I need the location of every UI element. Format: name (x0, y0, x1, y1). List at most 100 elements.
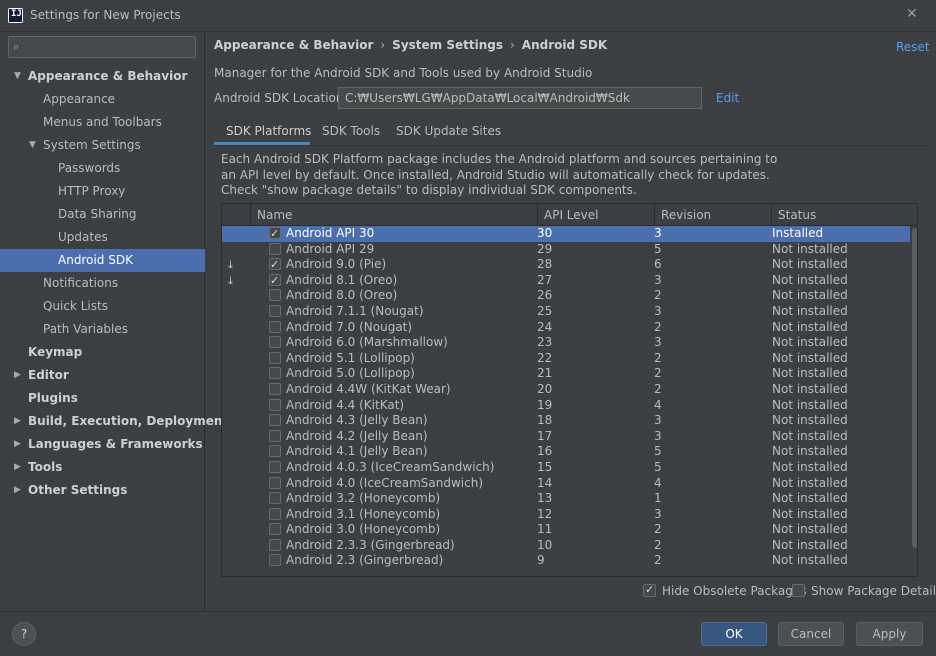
package-checkbox[interactable] (269, 320, 281, 333)
collapsed-arrow-icon[interactable]: ▶ (14, 364, 21, 387)
package-checkbox[interactable] (269, 382, 281, 395)
sidebar-item-quick-lists[interactable]: Quick Lists (0, 295, 205, 318)
package-checkbox[interactable] (269, 507, 281, 520)
column-header-revision[interactable]: Revision (654, 204, 771, 226)
sidebar-item-keymap[interactable]: Keymap (0, 341, 205, 364)
tab-sdk-tools[interactable]: SDK Tools (322, 124, 380, 138)
table-row[interactable]: Android 7.1.1 (Nougat) 25 3 Not installed (222, 304, 910, 320)
sidebar-item-notifications[interactable]: Notifications (0, 272, 205, 295)
sidebar-item-appearance-behavior[interactable]: ▼ Appearance & Behavior (0, 65, 205, 88)
collapsed-arrow-icon[interactable]: ▶ (14, 479, 21, 502)
package-checkbox[interactable] (269, 336, 281, 349)
sidebar-item-appearance[interactable]: Appearance (0, 88, 205, 111)
collapsed-arrow-icon[interactable]: ▶ (14, 433, 21, 456)
expanded-arrow-icon[interactable]: ▼ (29, 134, 36, 157)
collapsed-arrow-icon[interactable]: ▶ (14, 410, 21, 433)
package-checkbox[interactable] (269, 414, 281, 427)
package-checkbox[interactable] (269, 273, 281, 288)
sidebar-item-other-settings[interactable]: ▶ Other Settings (0, 479, 205, 502)
table-row[interactable]: ⤓ Android 8.1 (Oreo) 27 3 Not installed (222, 273, 910, 289)
scrollbar-thumb[interactable] (912, 228, 917, 548)
cell-api: 14 (537, 475, 553, 490)
sidebar-item-menus-and-toolbars[interactable]: Menus and Toolbars (0, 111, 205, 134)
table-row[interactable]: ⤓ Android 9.0 (Pie) 28 6 Not installed (222, 257, 910, 273)
package-checkbox[interactable] (269, 554, 281, 567)
search-box[interactable]: ⌕ (8, 36, 196, 58)
table-row[interactable]: Android 3.2 (Honeycomb) 13 1 Not installed (222, 491, 910, 507)
sidebar-item-passwords[interactable]: Passwords (0, 157, 205, 180)
cell-name: Android 3.0 (Honeycomb) (286, 522, 441, 537)
column-header-name[interactable]: Name (250, 204, 537, 226)
table-row[interactable]: Android 5.1 (Lollipop) 22 2 Not installed (222, 351, 910, 367)
table-row[interactable]: Android 3.1 (Honeycomb) 12 3 Not installed (222, 507, 910, 523)
table-row[interactable]: Android 2.3 (Gingerbread) 9 2 Not installed (222, 553, 910, 569)
apply-button[interactable]: Apply (856, 622, 923, 646)
table-row[interactable]: Android 4.4W (KitKat Wear) 20 2 Not install… (222, 382, 910, 398)
package-checkbox[interactable] (269, 367, 281, 380)
package-checkbox[interactable] (269, 257, 281, 273)
table-row[interactable]: Android 7.0 (Nougat) 24 2 Not installed (222, 320, 910, 336)
show-details-checkbox[interactable] (792, 584, 805, 597)
sidebar-item-editor[interactable]: ▶ Editor (0, 364, 205, 387)
reset-link[interactable]: Reset (896, 40, 930, 54)
column-header-api-level[interactable]: API Level (537, 204, 654, 226)
tab-sdk-update-sites[interactable]: SDK Update Sites (396, 124, 501, 138)
package-checkbox[interactable] (269, 476, 281, 489)
table-row[interactable]: Android 8.0 (Oreo) 26 2 Not installed (222, 288, 910, 304)
table-row[interactable]: Android 4.1 (Jelly Bean) 16 5 Not installed (222, 444, 910, 460)
table-row[interactable]: Android API 29 29 5 Not installed (222, 242, 910, 258)
package-checkbox[interactable] (269, 445, 281, 458)
hide-obsolete-label[interactable]: Hide Obsolete Packages (662, 584, 806, 598)
cell-api: 13 (537, 491, 553, 506)
search-icon: ⌕ (13, 40, 20, 53)
package-checkbox[interactable] (269, 523, 281, 536)
package-checkbox[interactable] (269, 538, 281, 551)
breadcrumb-item[interactable]: Appearance & Behavior (214, 38, 373, 52)
table-row[interactable]: Android 4.4 (KitKat) 19 4 Not installed (222, 398, 910, 414)
package-checkbox[interactable] (269, 429, 281, 442)
help-button[interactable]: ? (12, 622, 36, 646)
table-row[interactable]: Android 2.3.3 (Gingerbread) 10 2 Not instal… (222, 538, 910, 554)
table-row[interactable]: Android API 30 30 3 Installed (222, 226, 910, 242)
table-row[interactable]: Android 6.0 (Marshmallow) 23 3 Not installe… (222, 335, 910, 351)
sdk-location-field[interactable] (338, 87, 702, 109)
sidebar-item-data-sharing[interactable]: Data Sharing (0, 203, 205, 226)
table-row[interactable]: Android 4.0 (IceCreamSandwich) 14 4 Not ins… (222, 476, 910, 492)
package-checkbox[interactable] (269, 460, 281, 473)
expanded-arrow-icon[interactable]: ▼ (14, 65, 21, 88)
table-row[interactable]: Android 4.0.3 (IceCreamSandwich) 15 5 Not i… (222, 460, 910, 476)
close-icon[interactable]: ✕ (906, 6, 918, 22)
table-row[interactable]: Android 5.0 (Lollipop) 21 2 Not installed (222, 366, 910, 382)
sidebar-item-android-sdk[interactable]: Android SDK (0, 249, 205, 272)
sidebar-item-path-variables[interactable]: Path Variables (0, 318, 205, 341)
sidebar-item-tools[interactable]: ▶ Tools (0, 456, 205, 479)
package-checkbox[interactable] (269, 492, 281, 505)
table-row[interactable]: Android 4.3 (Jelly Bean) 18 3 Not installed (222, 413, 910, 429)
edit-link[interactable]: Edit (716, 91, 739, 105)
sidebar-item-languages-frameworks[interactable]: ▶ Languages & Frameworks (0, 433, 205, 456)
table-row[interactable]: Android 4.2 (Jelly Bean) 17 3 Not installed (222, 429, 910, 445)
package-checkbox[interactable] (269, 242, 281, 255)
package-checkbox[interactable] (269, 351, 281, 364)
package-checkbox[interactable] (269, 304, 281, 317)
cancel-button[interactable]: Cancel (778, 622, 844, 646)
sidebar-item-build-execution-deployment[interactable]: ▶ Build, Execution, Deployment (0, 410, 228, 433)
search-input[interactable] (31, 39, 191, 55)
collapsed-arrow-icon[interactable]: ▶ (14, 456, 21, 479)
breadcrumb-item[interactable]: System Settings (392, 38, 503, 52)
table-scrollbar[interactable] (910, 226, 917, 576)
cell-status: Not installed (772, 366, 848, 381)
package-checkbox[interactable] (269, 398, 281, 411)
tab-sdk-platforms[interactable]: SDK Platforms (226, 124, 311, 138)
package-checkbox[interactable] (269, 226, 281, 242)
hide-obsolete-checkbox[interactable] (643, 583, 656, 597)
sidebar-item-system-settings[interactable]: ▼ System Settings (0, 134, 205, 157)
column-header-status[interactable]: Status (771, 204, 917, 226)
package-checkbox[interactable] (269, 289, 281, 302)
ok-button[interactable]: OK (701, 622, 767, 646)
table-row[interactable]: Android 3.0 (Honeycomb) 11 2 Not installed (222, 522, 910, 538)
sidebar-item-plugins[interactable]: Plugins (0, 387, 205, 410)
show-details-label[interactable]: Show Package Details (811, 584, 936, 598)
sidebar-item-updates[interactable]: Updates (0, 226, 205, 249)
sidebar-item-http-proxy[interactable]: HTTP Proxy (0, 180, 205, 203)
